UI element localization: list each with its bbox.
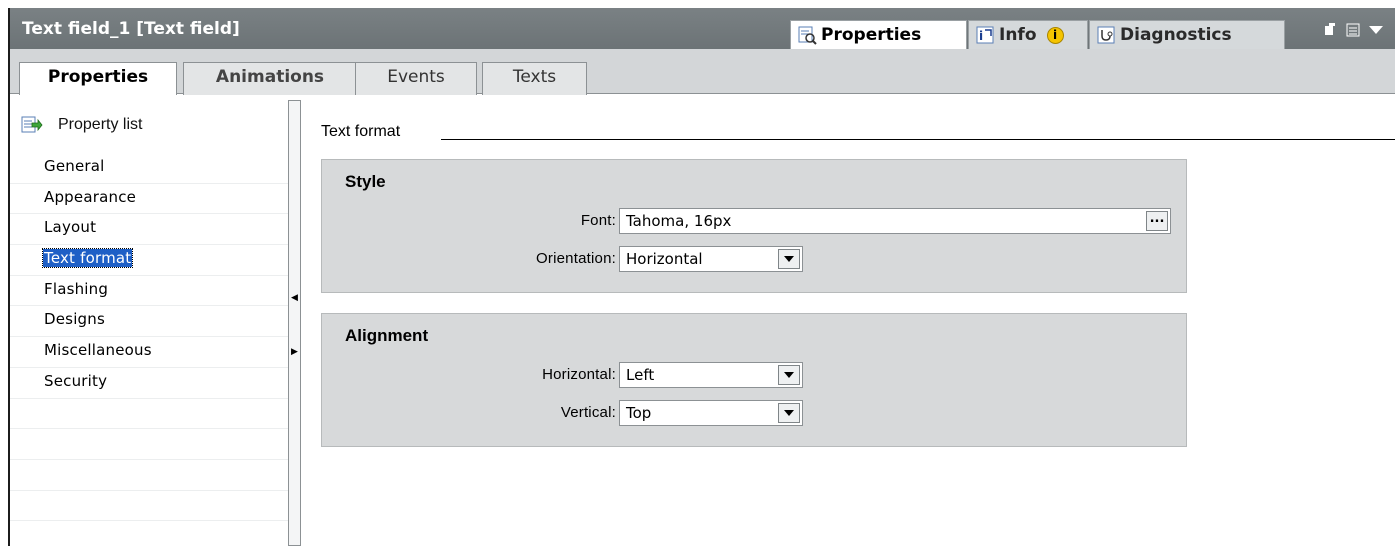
sidebar-empty-row [10, 460, 288, 491]
pane-splitter[interactable]: ◀ ▶ [288, 100, 302, 546]
sidebar-item-label: Designs [44, 310, 106, 329]
sidebar-item-general[interactable]: General [10, 153, 288, 184]
panel-tab-diagnostics-label: Diagnostics [1120, 25, 1232, 45]
sidebar-item-text-format[interactable]: Text format [10, 245, 288, 276]
sidebar-item-appearance[interactable]: Appearance [10, 184, 288, 215]
horizontal-label: Horizontal: [542, 366, 616, 383]
sidebar-item-label: Miscellaneous [44, 341, 152, 360]
tab-animations[interactable]: Animations [183, 62, 357, 95]
sidebar-item-flashing[interactable]: Flashing [10, 276, 288, 307]
svg-text:i: i [979, 29, 983, 43]
top-strip [0, 0, 1395, 8]
font-label: Font: [580, 212, 616, 229]
orientation-row: Orientation: Horizontal [322, 246, 1186, 272]
expand-right-icon[interactable]: ▶ [291, 347, 298, 357]
window-border [8, 8, 10, 546]
tab-properties[interactable]: Properties [19, 62, 177, 96]
font-value: Tahoma, 16px [626, 212, 732, 230]
tab-events-label: Events [387, 67, 445, 87]
section-divider [441, 139, 1395, 140]
section-title: Text format [321, 123, 401, 140]
sidebar-item-security[interactable]: Security [10, 368, 288, 399]
orientation-value: Horizontal [626, 250, 703, 268]
panel-tab-properties[interactable]: Properties [790, 20, 967, 50]
style-group-title: Style [345, 172, 386, 191]
sidebar-empty-row [10, 491, 288, 522]
font-field[interactable]: Tahoma, 16px ... [619, 208, 1171, 234]
inspector-titlebar: Text field_1 [Text field] Properties i I… [10, 8, 1395, 50]
panel-tab-diagnostics[interactable]: Diagnostics [1089, 20, 1285, 50]
sidebar-item-label: Appearance [44, 187, 137, 206]
restore-icon[interactable] [1325, 23, 1335, 35]
splitter-bar[interactable] [288, 100, 301, 546]
sidebar-item-label: Flashing [44, 279, 109, 298]
horizontal-row: Horizontal: Left [322, 362, 1186, 388]
font-browse-button[interactable]: ... [1146, 211, 1168, 231]
property-navigation: Property list General Appearance Layout … [10, 95, 288, 546]
collapse-left-icon[interactable]: ◀ [291, 293, 298, 303]
chevron-down-icon[interactable] [1369, 26, 1383, 34]
alignment-group-title: Alignment [345, 326, 429, 345]
sidebar-empty-row [10, 429, 288, 460]
main-tabs-bar: Properties Animations Events Texts [10, 49, 1395, 96]
orientation-select[interactable]: Horizontal [619, 246, 803, 272]
panel-tab-info[interactable]: i Info i [968, 20, 1088, 50]
sidebar-item-label: Security [44, 371, 108, 390]
vertical-row: Vertical: Top [322, 400, 1186, 426]
sidebar-nav: General Appearance Layout Text format Fl… [10, 153, 288, 522]
tab-events[interactable]: Events [355, 62, 477, 95]
window-controls[interactable] [1321, 20, 1391, 40]
dropdown-arrow-icon[interactable] [778, 365, 800, 385]
sidebar-item-label: Layout [44, 218, 97, 237]
panel-tab-properties-label: Properties [821, 25, 922, 45]
properties-icon [798, 26, 817, 45]
panel-tab-info-label: Info [999, 25, 1037, 45]
sidebar-item-label: General [44, 157, 105, 175]
dropdown-arrow-icon[interactable] [778, 249, 800, 269]
tab-texts[interactable]: Texts [482, 62, 587, 95]
dropdown-arrow-icon[interactable] [778, 403, 800, 423]
property-list-icon [21, 116, 43, 133]
orientation-label: Orientation: [536, 250, 616, 267]
info-badge-icon: i [1046, 27, 1064, 44]
font-row: Font: Tahoma, 16px ... [322, 208, 1186, 234]
vertical-label: Vertical: [560, 404, 616, 421]
menu-icon[interactable] [1346, 23, 1360, 37]
vertical-value: Top [626, 404, 652, 422]
horizontal-value: Left [626, 366, 655, 384]
diagnostics-icon [1097, 26, 1115, 44]
sidebar-item-layout[interactable]: Layout [10, 214, 288, 246]
alignment-group: Alignment Horizontal: Left Vertical: Top [321, 313, 1187, 447]
tab-properties-label: Properties [47, 67, 149, 87]
property-list-label: Property list [58, 116, 143, 133]
info-icon: i [976, 26, 994, 44]
sidebar-item-designs[interactable]: Designs [10, 306, 288, 338]
property-content: Text format Style Font: Tahoma, 16px ...… [302, 95, 1395, 546]
window-title: Text field_1 [Text field] [22, 19, 240, 39]
sidebar-empty-row [10, 399, 288, 430]
tab-animations-label: Animations [215, 67, 325, 87]
style-group: Style Font: Tahoma, 16px ... Orientation… [321, 159, 1187, 293]
vertical-select[interactable]: Top [619, 400, 803, 426]
tab-texts-label: Texts [512, 67, 557, 87]
horizontal-select[interactable]: Left [619, 362, 803, 388]
sidebar-item-miscellaneous[interactable]: Miscellaneous [10, 337, 288, 368]
sidebar-item-label: Text format [41, 248, 134, 269]
